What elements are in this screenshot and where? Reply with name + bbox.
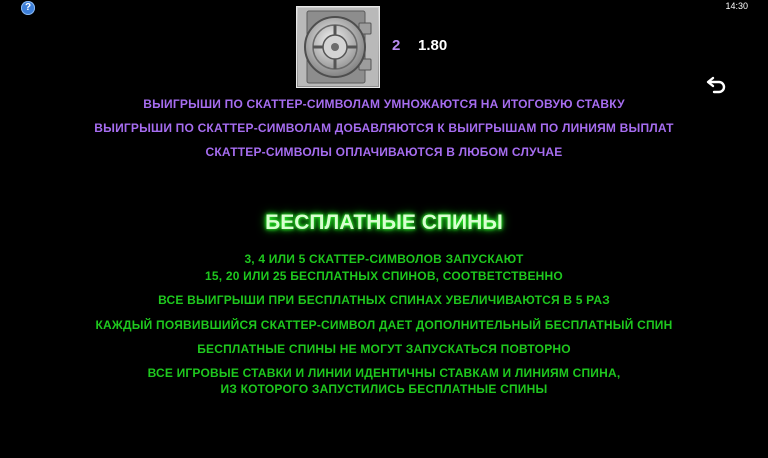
free-spins-rule-3: КАЖДЫЙ ПОЯВИВШИЙСЯ СКАТТЕР-СИМВОЛ ДАЕТ Д… bbox=[95, 318, 673, 332]
free-spins-rule-2: ВСЕ ВЫИГРЫШИ ПРИ БЕСПЛАТНЫХ СПИНАХ УВЕЛИ… bbox=[158, 293, 610, 307]
free-spins-rule-4: БЕСПЛАТНЫЕ СПИНЫ НЕ МОГУТ ЗАПУСКАТЬСЯ ПО… bbox=[197, 342, 571, 356]
scatter-rule-1: ВЫИГРЫШИ ПО СКАТТЕР-СИМВОЛАМ УМНОЖАЮТСЯ … bbox=[143, 97, 625, 111]
free-spins-heading: БЕСПЛАТНЫЕ СПИНЫ bbox=[265, 211, 503, 234]
back-button[interactable] bbox=[706, 74, 728, 94]
free-spins-rule-1a: 3, 4 ИЛИ 5 СКАТТЕР-СИМВОЛОВ ЗАПУСКАЮТ bbox=[244, 252, 524, 266]
scatter-symbol-card bbox=[296, 6, 380, 88]
free-spins-rule-5b: ИЗ КОТОРОГО ЗАПУСТИЛИСЬ БЕСПЛАТНЫЕ СПИНЫ bbox=[220, 382, 548, 396]
scatter-rule-2: ВЫИГРЫШИ ПО СКАТТЕР-СИМВОЛАМ ДОБАВЛЯЮТСЯ… bbox=[94, 121, 674, 135]
free-spins-rule-1b: 15, 20 ИЛИ 25 БЕСПЛАТНЫХ СПИНОВ, СООТВЕТ… bbox=[205, 269, 563, 283]
paytable-multiplier: 1.80 bbox=[418, 37, 448, 54]
clock: 14:30 bbox=[725, 1, 748, 11]
scatter-rule-3: СКАТТЕР-СИМВОЛЫ ОПЛАЧИВАЮТСЯ В ЛЮБОМ СЛУ… bbox=[205, 145, 563, 159]
return-arrow-icon bbox=[706, 76, 726, 94]
vault-door-icon bbox=[298, 8, 378, 86]
free-spins-rule-5a: ВСЕ ИГРОВЫЕ СТАВКИ И ЛИНИИ ИДЕНТИЧНЫ СТА… bbox=[147, 366, 621, 380]
paytable-symbol-count: 2 bbox=[392, 37, 401, 54]
help-button[interactable]: ? bbox=[21, 1, 35, 15]
